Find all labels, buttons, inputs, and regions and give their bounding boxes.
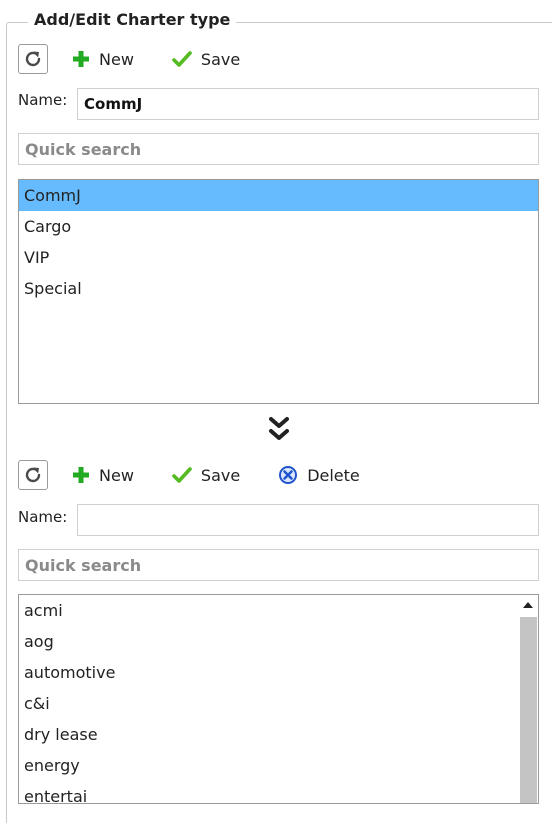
plus-icon [73, 51, 89, 67]
bottom-new-button[interactable]: New [72, 466, 134, 485]
scroll-up-arrow-icon[interactable] [518, 595, 538, 615]
list-item[interactable]: dry lease [19, 719, 538, 750]
top-name-label: Name: [18, 91, 68, 109]
top-save-button[interactable]: Save [172, 50, 240, 69]
checkmark-icon [172, 467, 192, 483]
double-chevron-down-icon[interactable] [268, 416, 290, 448]
bottom-name-label: Name: [18, 508, 68, 526]
top-charter-type-list: CommJ Cargo VIP Special [18, 179, 539, 404]
top-save-label: Save [200, 49, 241, 69]
top-refresh-button[interactable] [18, 44, 48, 74]
scrollbar-thumb[interactable] [520, 617, 537, 803]
list-item[interactable]: Cargo [19, 211, 538, 242]
fieldset-legend: Add/Edit Charter type [28, 10, 237, 29]
bottom-name-input[interactable] [77, 504, 539, 536]
list-item[interactable]: c&i [19, 688, 538, 719]
bottom-delete-button[interactable]: Delete [278, 465, 360, 485]
list-item[interactable]: energy [19, 750, 538, 781]
list-scrollbar[interactable] [518, 595, 538, 803]
top-toolbar: New Save [18, 44, 240, 74]
list-item[interactable]: CommJ [19, 180, 538, 211]
list-item[interactable]: automotive [19, 657, 538, 688]
plus-icon [73, 467, 89, 483]
list-item[interactable]: VIP [19, 242, 538, 273]
bottom-quick-search-input[interactable]: Quick search [18, 549, 539, 581]
top-new-button[interactable]: New [72, 50, 134, 69]
bottom-save-button[interactable]: Save [172, 466, 240, 485]
bottom-delete-label: Delete [307, 465, 360, 485]
bottom-tag-list: acmi aog automotive c&i dry lease energy… [18, 594, 539, 804]
list-item[interactable]: Special [19, 273, 538, 304]
list-item[interactable]: entertai [19, 781, 538, 803]
top-quick-search-input[interactable]: Quick search [18, 133, 539, 165]
bottom-save-label: Save [200, 465, 241, 485]
bottom-refresh-button[interactable] [18, 460, 48, 490]
top-name-input[interactable]: CommJ [77, 88, 539, 120]
bottom-toolbar: New Save Delete [18, 460, 360, 490]
top-new-label: New [99, 49, 134, 69]
delete-icon [279, 466, 298, 484]
checkmark-icon [172, 51, 192, 67]
list-item[interactable]: aog [19, 626, 538, 657]
bottom-new-label: New [99, 465, 134, 485]
refresh-icon [25, 51, 41, 67]
list-item[interactable]: acmi [19, 595, 538, 626]
refresh-icon [25, 467, 41, 483]
